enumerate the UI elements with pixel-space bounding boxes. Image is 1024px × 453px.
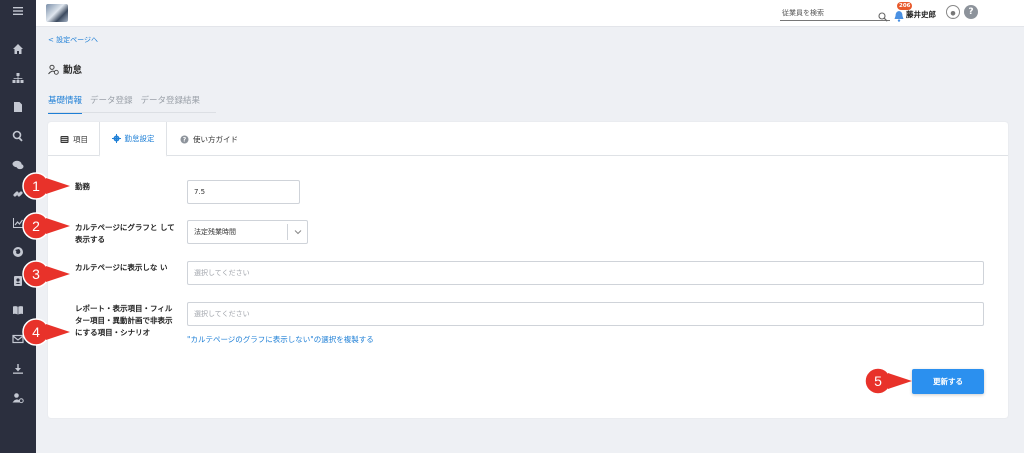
callout-3: 3 — [22, 260, 72, 294]
callout-4: 4 — [22, 318, 72, 352]
callout-3-number: 3 — [32, 266, 40, 282]
page-title-text: 勤怠 — [63, 65, 83, 76]
back-to-settings-link[interactable]: < 設定ページへ — [48, 35, 98, 45]
callout-2: 2 — [22, 212, 72, 246]
hidden-items-select[interactable]: 選択してください — [187, 302, 984, 326]
callout-1: 1 — [22, 172, 72, 206]
work-hours-input[interactable]: 7.5 — [187, 180, 300, 204]
search-input[interactable]: 従業員を検索 — [780, 6, 890, 21]
avatar[interactable] — [946, 5, 960, 19]
menu-icon[interactable] — [0, 2, 36, 20]
graph-display-value: 法定残業時間 — [194, 228, 236, 236]
hide-on-chart-page-label: カルテページに表示しな い — [75, 263, 168, 272]
org-chart-icon[interactable] — [0, 69, 36, 87]
tabs-divider — [48, 112, 216, 113]
hide-on-chart-page-select[interactable]: 選択してください — [187, 261, 984, 285]
user-clock-icon — [48, 64, 59, 75]
tab-items[interactable]: 項目 — [60, 122, 88, 156]
tab-usage-guide[interactable]: ? 使い方ガイド — [180, 122, 238, 156]
chevron-down-icon[interactable] — [287, 224, 307, 240]
document-icon[interactable] — [0, 98, 36, 116]
update-button[interactable]: 更新する — [912, 369, 984, 394]
gear-icon — [111, 134, 121, 143]
callout-4-number: 4 — [32, 324, 40, 340]
home-icon[interactable] — [0, 40, 36, 58]
card-tabs: 項目 勤怠設定 ? 使い方ガイド — [48, 122, 1008, 157]
search-icon[interactable] — [878, 7, 888, 22]
graph-display-select[interactable]: 法定残業時間 — [187, 220, 308, 244]
book-icon[interactable] — [0, 301, 36, 319]
page-title: 勤怠 — [48, 62, 82, 76]
tab-usage-guide-label: 使い方ガイド — [193, 134, 238, 144]
tab-data-registration-results[interactable]: データ登録結果 — [141, 94, 201, 114]
callout-2-number: 2 — [32, 218, 40, 234]
graph-display-label: カルテページにグラフと して表示する — [75, 223, 175, 244]
user-settings-icon[interactable] — [0, 389, 36, 407]
callout-1-number: 1 — [32, 178, 40, 194]
download-icon[interactable] — [0, 360, 36, 378]
list-icon — [60, 135, 69, 143]
work-label: 勤務 — [75, 182, 90, 191]
search-icon[interactable] — [0, 127, 36, 145]
svg-text:?: ? — [183, 136, 187, 143]
tab-items-label: 項目 — [73, 134, 88, 144]
tab-attendance-settings-label: 勤怠設定 — [124, 134, 155, 143]
callout-5: 5 — [864, 367, 914, 401]
tab-attendance-settings[interactable]: 勤怠設定 — [99, 122, 167, 157]
username[interactable]: 藤井史郎 — [906, 9, 936, 20]
question-circle-icon: ? — [180, 135, 189, 143]
callout-5-number: 5 — [874, 373, 882, 389]
main-tabs: 基礎情報 データ登録 データ登録結果 — [48, 94, 200, 114]
tab-basic-info[interactable]: 基礎情報 — [48, 94, 83, 114]
company-logo[interactable] — [46, 4, 68, 22]
help-button[interactable]: ? — [964, 5, 978, 19]
hidden-items-label: レポート・表示項目・フィルター項目・異動計画で非表示にする項目・シナリオ — [75, 304, 173, 337]
copy-selection-link[interactable]: "カルテページのグラフに表示しない"の選択を複製する — [187, 334, 374, 345]
tab-data-registration[interactable]: データ登録 — [90, 94, 133, 114]
